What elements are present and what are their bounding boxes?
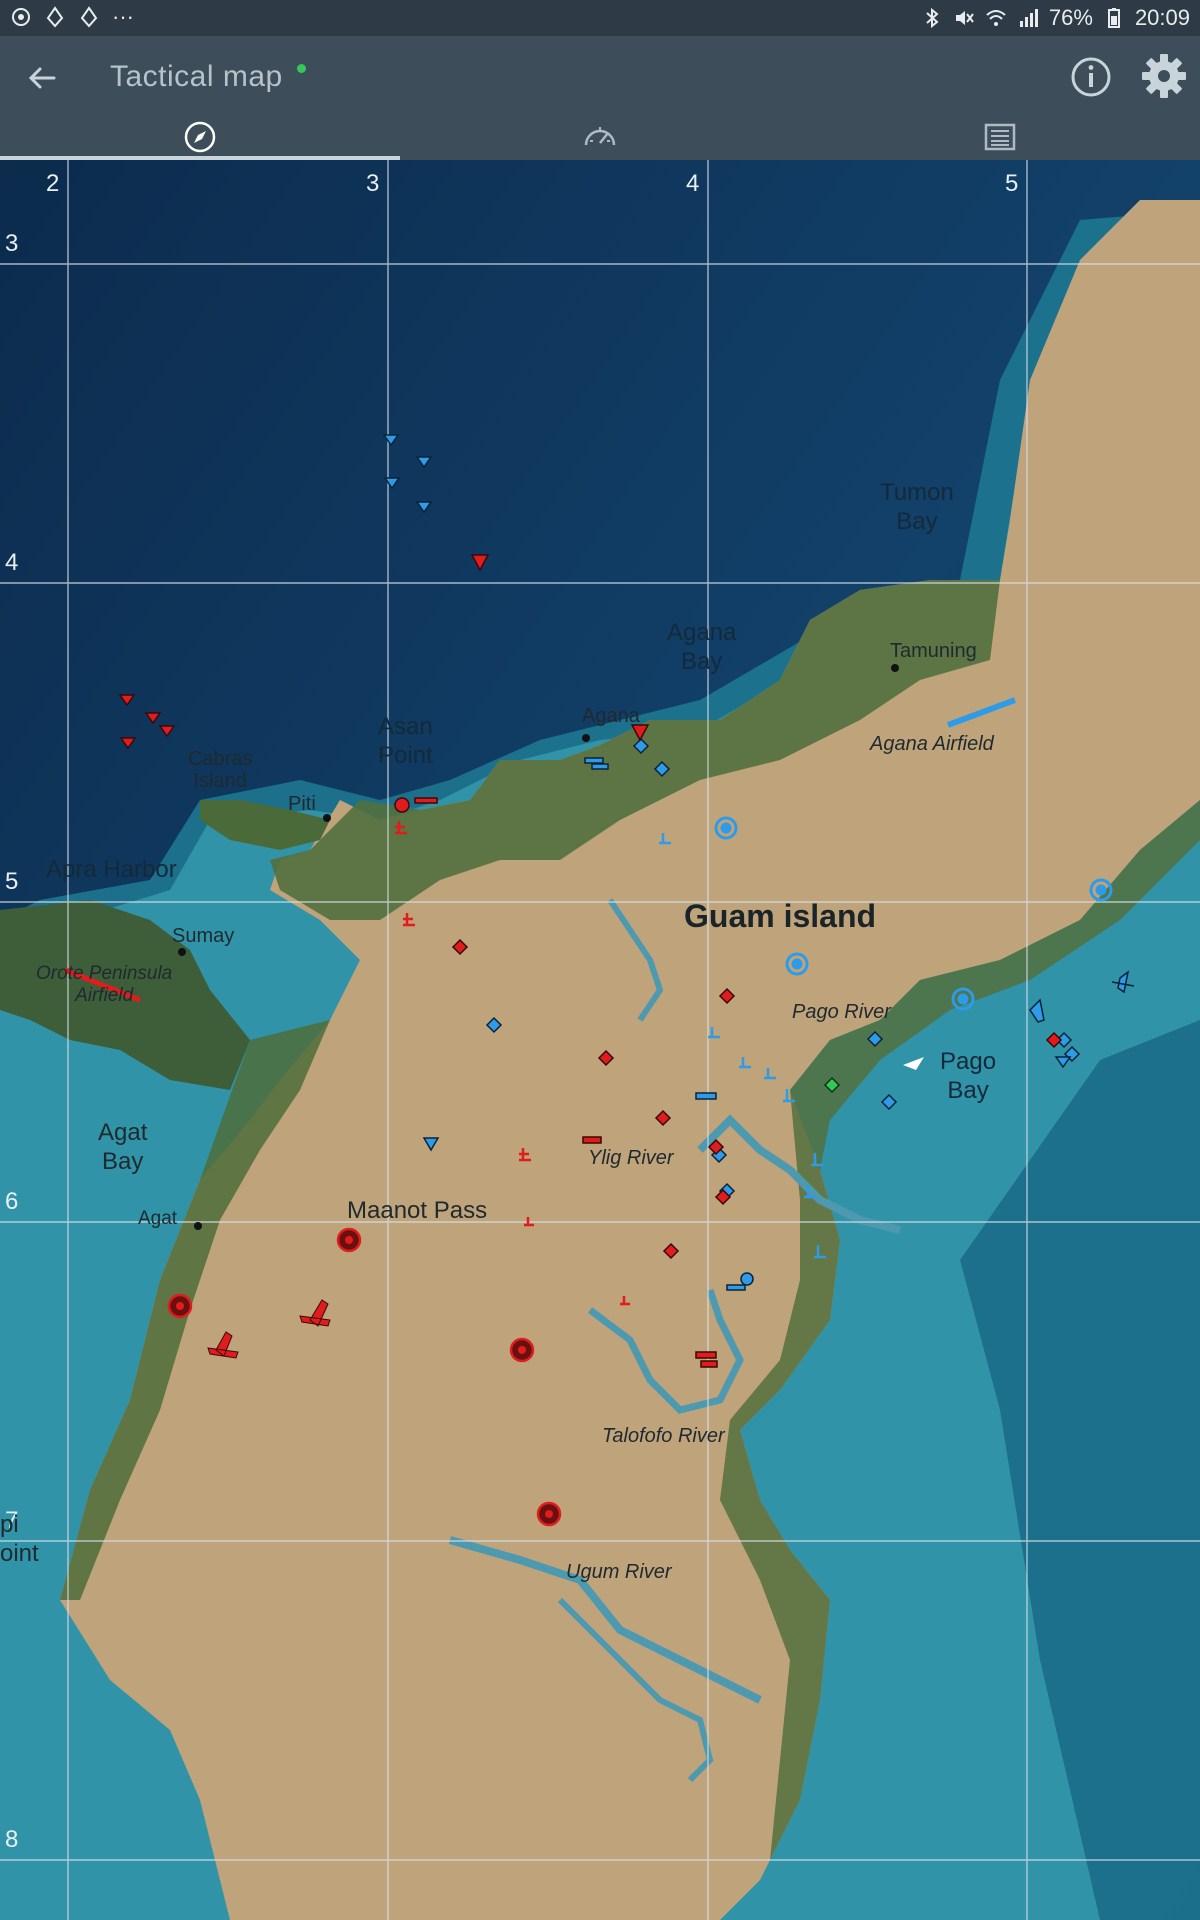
enemy-vehicle [414, 797, 438, 804]
speedometer-icon [584, 127, 616, 146]
bluetooth-icon [926, 7, 939, 29]
map-label-sumay: Sumay [172, 925, 235, 947]
signal-icon [1019, 9, 1038, 27]
map-label-talofofo-river: Talofofo River [602, 1425, 725, 1447]
friendly-base-circle [740, 1272, 754, 1286]
enemy-base-circle [394, 797, 410, 813]
map-label-maanot-pass: Maanot Pass [347, 1197, 488, 1224]
status-bar: ··· 76% 20:09 [0, 0, 1200, 36]
enemy-vehicle [695, 1351, 717, 1359]
map-label-pago-river: Pago River [792, 1001, 891, 1023]
map-label-guam-island: Guam island [684, 898, 877, 934]
app-icon [46, 6, 64, 28]
tab-map[interactable] [0, 114, 400, 160]
compass-icon [184, 121, 216, 153]
map-label-tumon-bay: Tumon Bay [880, 479, 954, 535]
map-label-agana-airfield: Agana Airfield [870, 733, 994, 755]
map-label-asan-point: Asan Point [378, 713, 433, 769]
map-label-orote-airfield: Orote Peninsula Airfield [36, 963, 173, 1006]
clock: 20:09 [1134, 5, 1190, 30]
page-title: Tactical map [110, 60, 283, 93]
map-label-partial-point: pi oint [0, 1511, 39, 1567]
grid-col-label: 2 [46, 170, 60, 197]
tactical-map[interactable]: 2 3 4 5 3 4 5 6 7 8 Tumon Bay Agana Bay … [0, 160, 1200, 1920]
grid-row-label: 6 [5, 1188, 19, 1215]
overflow-dots: ··· [112, 4, 134, 29]
grid-col-label: 3 [366, 170, 380, 197]
map-label-agana: Agana [582, 705, 640, 727]
friendly-vehicle [726, 1284, 746, 1291]
friendly-vehicle [584, 757, 604, 764]
grid-row-label: 5 [5, 868, 19, 895]
enemy-vehicle [582, 1136, 602, 1144]
tab-stats[interactable] [400, 114, 800, 160]
app-bar: Tactical map [0, 36, 1200, 160]
battery-percent: 76% [1048, 5, 1093, 30]
grid-row-label: 4 [5, 549, 19, 576]
grid-row-label: 3 [5, 230, 19, 257]
info-icon[interactable] [1068, 54, 1114, 100]
map-label-cabras-island: Cabras Island [188, 748, 253, 792]
back-arrow-icon[interactable] [20, 56, 64, 100]
grid-row-label: 8 [5, 1826, 19, 1853]
tab-list[interactable] [800, 114, 1200, 160]
map-canvas[interactable] [0, 160, 1200, 1920]
map-label-piti: Piti [288, 793, 316, 815]
map-label-ugum-river: Ugum River [566, 1561, 672, 1583]
map-label-agat-bay: Agat Bay [98, 1119, 148, 1175]
connection-status-dot [297, 64, 306, 73]
settings-gear-icon[interactable] [1140, 52, 1188, 100]
map-label-agana-bay: Agana Bay [667, 619, 737, 675]
enemy-vehicle [700, 1360, 718, 1368]
friendly-vehicle [591, 763, 609, 770]
map-label-tamuning: Tamuning [890, 640, 977, 662]
list-icon [984, 123, 1016, 151]
wifi-icon [986, 10, 1006, 26]
battery-icon [1107, 8, 1120, 28]
map-label-pago-bay: Pago Bay [940, 1048, 997, 1104]
mute-icon [955, 11, 974, 25]
sync-icon [12, 8, 30, 26]
map-label-agat: Agat [138, 1208, 178, 1229]
grid-col-label: 5 [1005, 170, 1019, 197]
grid-col-label: 4 [686, 170, 700, 197]
map-label-ylig-river: Ylig River [588, 1147, 674, 1169]
map-label-apra-harbor: Apra Harbor [46, 856, 177, 883]
friendly-vehicle [695, 1092, 717, 1100]
app-icon [80, 6, 98, 28]
